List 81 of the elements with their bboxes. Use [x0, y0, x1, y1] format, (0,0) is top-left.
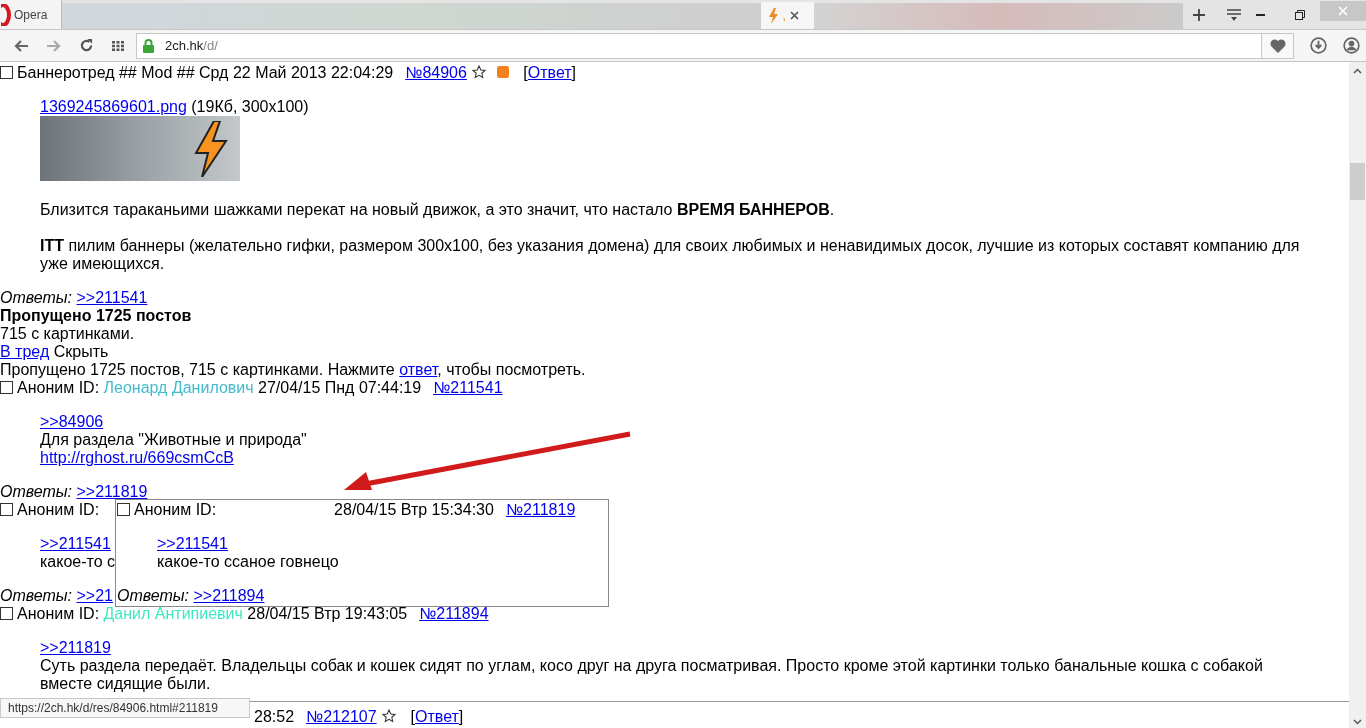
post-text: Для раздела "Животные и природа" [40, 431, 307, 449]
to-thread-link[interactable]: В тред [0, 343, 50, 360]
close-icon[interactable] [789, 11, 799, 20]
checkbox[interactable] [117, 503, 130, 516]
post-number-link[interactable]: №84906 [405, 64, 467, 81]
reply-link[interactable]: Ответ [415, 708, 459, 725]
reply-link[interactable]: >>211819 [76, 483, 148, 500]
poster-label: Аноним ID: [134, 501, 217, 518]
scroll-up-icon [1353, 68, 1362, 74]
download-icon[interactable] [1310, 37, 1327, 54]
replies-label: Ответы: [0, 289, 73, 306]
omitted-images: 715 с картинками. [0, 325, 136, 343]
url-text: 2ch.hk/d/ [165, 36, 218, 55]
status-url-tooltip: https://2ch.hk/d/res/84906.html#211819 [0, 698, 250, 718]
post-text: какое-то с [40, 553, 116, 571]
checkbox[interactable] [0, 381, 13, 394]
post-number-link[interactable]: №211819 [505, 501, 576, 518]
answer-link[interactable]: ответ [399, 361, 438, 378]
post-number-link[interactable]: №211541 [433, 379, 503, 396]
tab-menu-icon[interactable] [1227, 8, 1241, 21]
omitted-title: Пропущено 1725 постов [0, 307, 193, 325]
replies-label: Ответы: [0, 483, 73, 500]
star-icon[interactable] [380, 708, 397, 724]
post-number-link[interactable]: №211894 [419, 605, 489, 622]
reply-link[interactable]: >>21 [76, 587, 113, 604]
restore-icon[interactable] [1295, 9, 1305, 20]
reload-icon[interactable] [80, 39, 93, 52]
hide-link[interactable]: Скрыть [53, 343, 109, 360]
post-link[interactable]: >>211541 [40, 535, 111, 552]
replies-label: Ответы: [0, 587, 73, 604]
reply-control[interactable]: [Ответ] [410, 708, 464, 726]
reply-link[interactable]: >>211894 [193, 587, 265, 604]
banner-image-placeholder[interactable] [40, 116, 240, 181]
heart-icon [1269, 38, 1286, 53]
minimize-icon[interactable] [1256, 13, 1265, 16]
post-date: 27/04/15 Пнд 07:44:19 [258, 379, 422, 396]
post-link[interactable]: >>84906 [40, 413, 104, 430]
plus-icon[interactable] [1193, 8, 1205, 21]
file-link[interactable]: 1369245869601.png [40, 98, 187, 115]
scroll-down-icon [1353, 719, 1362, 725]
poster-label: Аноним ID: [17, 379, 100, 396]
file-info: (19Кб, 300x100) [191, 98, 309, 115]
poster-id: Леонард Данилович [103, 379, 254, 396]
lightning-icon [194, 120, 228, 177]
back-arrow-icon[interactable] [14, 39, 28, 52]
post-text: Суть раздела передаёт. Владельцы собак и кошек сидят по углам, косо друг на друга посматривая. Просто кроме этой картинки только банальные кошка с собакой вместе сидящие были. [40, 657, 1264, 693]
star-icon[interactable] [471, 64, 488, 80]
bookmark-button[interactable] [1262, 32, 1294, 59]
post-link[interactable]: >>211819 [40, 639, 111, 656]
post-number-link[interactable]: №212107 [306, 708, 377, 725]
lock-icon [143, 38, 154, 53]
replies-label: Ответы: [117, 587, 190, 604]
poster-id: Данил Антипиевич [103, 605, 243, 622]
checkbox[interactable] [0, 66, 13, 79]
opera-logo-icon [1, 3, 11, 26]
post-date: 28/04/15 Втр 15:34:30 [334, 501, 494, 518]
scrollbar-thumb [1350, 163, 1365, 200]
reply-link[interactable]: >>211541 [76, 289, 148, 306]
post-link[interactable]: http://rghost.ru/669csmCcB [40, 449, 234, 466]
post-paragraph: ITT пилим баннеры (желательно гифки, размером 300x100, без указания домена) для своих любимых и ненавидимых досок, лучшие из которых составят компанию для уже имеющихся. [40, 237, 1301, 273]
post-link[interactable]: >>211541 [157, 535, 228, 552]
lightning-icon [768, 7, 779, 24]
omitted-notice: Пропущено 1725 постов, 715 с картинками. Нажмите ответ, чтобы посмотреть. [0, 361, 587, 379]
opera-menu-button[interactable]: Opera [0, 0, 62, 29]
post-time: 28:52 [254, 708, 295, 726]
bookmark-badge[interactable] [497, 66, 510, 78]
poster-label: Аноним ID: [17, 605, 100, 622]
thread-subject: Баннеротред ## Mod ## Срд 22 Май 2013 22:04:29 [17, 64, 394, 81]
close-icon [1338, 5, 1348, 16]
poster-label: Аноним ID: [17, 501, 100, 518]
grid-icon[interactable] [112, 40, 124, 51]
reply-link[interactable]: Ответ [527, 64, 572, 81]
post-paragraph: Близится тараканьими шажками перекат на новый движок, а это значит, что настало ВРЕМЯ БАННЕРОВ. [40, 201, 836, 219]
post-date: 28/04/15 Втр 19:43:05 [247, 605, 408, 622]
address-field[interactable]: 2ch.hk/d/ [136, 32, 1262, 59]
reply-control[interactable]: [Ответ] [523, 64, 577, 81]
post-text: какое-то ссаное говнецо [157, 553, 339, 571]
checkbox[interactable] [0, 503, 13, 516]
account-icon[interactable] [1343, 37, 1360, 54]
scrollbar[interactable] [1349, 62, 1366, 728]
checkbox[interactable] [0, 607, 13, 620]
